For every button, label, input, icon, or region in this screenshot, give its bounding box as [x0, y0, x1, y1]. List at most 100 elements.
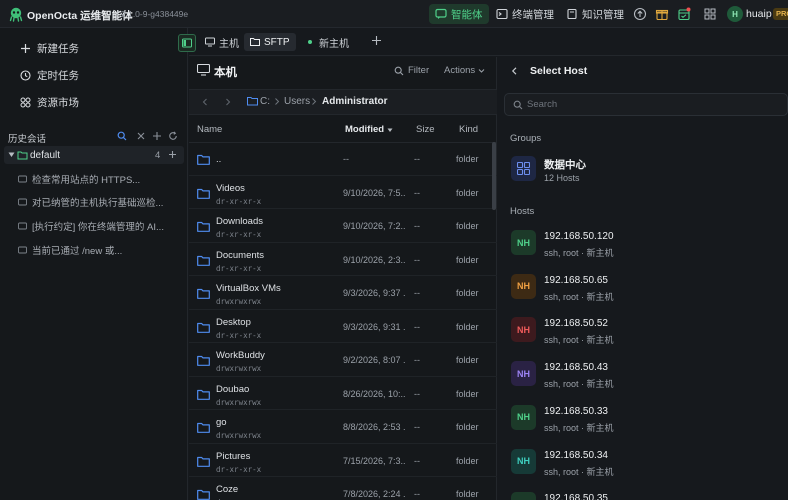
host-badge[interactable]: NH: [511, 448, 536, 474]
host-badge[interactable]: NH: [511, 317, 536, 343]
file-row[interactable]: go drwxrwxrwx 8/8/2026, 2:53 ... -- folder: [189, 410, 497, 444]
file-row[interactable]: VirtualBox VMs drwxrwxrwx 9/3/2026, 9:37 .…: [189, 276, 497, 310]
column-header-kind[interactable]: Kind: [459, 124, 478, 135]
file-permissions: drwxrwxrwx: [216, 364, 262, 373]
session-title: 检查常用站点的 HTTPS...: [32, 175, 141, 186]
host-ip[interactable]: 192.168.50.52: [544, 318, 608, 329]
file-name: Desktop: [216, 316, 251, 328]
session-title: 当前已通过 /new 或...: [32, 246, 123, 257]
file-size: --: [414, 388, 420, 399]
host-badge[interactable]: NH: [511, 492, 536, 500]
session-item[interactable]: 检查常用站点的 HTTPS...: [18, 172, 183, 186]
file-row[interactable]: Documents dr-xr-xr-x 9/10/2026, 2:3... -- fo…: [189, 243, 497, 276]
nav-terminal-button[interactable]: 终端管理: [490, 4, 560, 24]
add-tab-icon[interactable]: [371, 35, 382, 46]
upload-icon[interactable]: [633, 7, 647, 21]
new-task-button[interactable]: 新建任务: [20, 41, 79, 55]
scrollbar-thumb[interactable]: [492, 142, 496, 210]
back-icon[interactable]: [201, 98, 209, 106]
breadcrumb-users[interactable]: Users: [284, 96, 310, 107]
actions-dropdown[interactable]: Actions: [444, 65, 485, 76]
breadcrumb-current[interactable]: Administrator: [322, 96, 388, 107]
chat-icon: [435, 8, 447, 20]
search-icon[interactable]: [117, 131, 127, 141]
search-icon: [513, 100, 523, 110]
file-permissions: drwxrwxrwx: [216, 397, 262, 407]
host-group-card[interactable]: [511, 156, 536, 181]
user-avatar[interactable]: H: [727, 6, 743, 22]
file-row[interactable]: Pictures dr-xr-xr-x 7/15/2026, 7:3... -- fol…: [189, 444, 497, 477]
caret-down-icon[interactable]: [8, 151, 15, 158]
nav-knowledge-button[interactable]: 知识管理: [560, 4, 630, 24]
host-ip[interactable]: 192.168.50.34: [544, 450, 608, 461]
file-row[interactable]: Downloads dr-xr-xr-x 9/10/2026, 7:2... -- fo…: [189, 209, 497, 243]
gift-icon[interactable]: [655, 7, 669, 21]
host-ip[interactable]: 192.168.50.43: [544, 362, 608, 373]
column-header-size[interactable]: Size: [416, 124, 434, 135]
host-badge[interactable]: NH: [511, 404, 536, 430]
forward-icon[interactable]: [224, 98, 232, 106]
file-kind: folder: [456, 388, 479, 399]
collapse-icon[interactable]: [136, 131, 146, 141]
apps-grid-icon[interactable]: [703, 7, 717, 21]
host-badge[interactable]: NH: [511, 273, 536, 299]
host-ip[interactable]: 192.168.50.33: [544, 406, 608, 417]
session-group-count: 4: [155, 150, 161, 161]
tab-sftp[interactable]: SFTP: [244, 33, 296, 51]
group-add-icon[interactable]: [168, 150, 177, 159]
host-ip[interactable]: 192.168.50.120: [544, 231, 614, 242]
session-item[interactable]: [执行约定] 你在终端管理的 AI...: [18, 219, 183, 233]
calendar-notification-icon[interactable]: [677, 7, 691, 21]
file-row[interactable]: WorkBuddy drwxrwxrwx 9/2/2026, 8:07 ... -- f…: [189, 343, 497, 377]
actions-label: Actions: [444, 65, 476, 76]
file-kind: folder: [456, 187, 479, 198]
session-item[interactable]: 当前已通过 /new 或...: [18, 243, 183, 257]
file-modified: 8/8/2026, 2:53 ...: [343, 422, 405, 432]
file-row[interactable]: .. -- -- folder: [189, 142, 497, 176]
column-header-name[interactable]: Name: [197, 124, 222, 135]
file-size: --: [414, 455, 420, 466]
scheduled-task-button[interactable]: 定时任务: [20, 68, 79, 82]
resource-market-button[interactable]: 资源市场: [20, 95, 79, 109]
host-search-input[interactable]: [527, 95, 777, 114]
add-icon[interactable]: [152, 131, 162, 141]
back-arrow-icon[interactable]: [511, 67, 518, 75]
file-kind: folder: [456, 355, 479, 365]
message-icon: [18, 246, 27, 255]
host-meta: ssh, root · 新主机: [544, 466, 614, 477]
host-ip[interactable]: 192.168.50.35: [544, 493, 608, 500]
host-group-count: 12 Hosts: [544, 173, 580, 183]
file-row[interactable]: Doubao drwxrwxrwx 8/26/2026, 10:... -- folde…: [189, 377, 497, 410]
nav-agent-button[interactable]: 智能体: [429, 4, 489, 24]
file-row[interactable]: Cozedrwxrwxrwx7/8/2026, 2:24 ...--folder: [189, 477, 497, 500]
file-permissions: drwxrwxrwx: [216, 431, 262, 440]
host-group-name[interactable]: 数据中心: [544, 157, 586, 172]
file-size: --: [414, 355, 420, 365]
folder-icon: [197, 489, 210, 500]
tab-hosts[interactable]: 主机: [199, 33, 245, 51]
host-badge[interactable]: NH: [511, 361, 536, 387]
column-header-modified[interactable]: Modified: [345, 124, 393, 135]
tab-new-host[interactable]: 新主机: [299, 33, 355, 51]
file-kind: folder: [456, 254, 479, 265]
breadcrumb-drive[interactable]: C:: [260, 96, 270, 107]
refresh-icon[interactable]: [168, 131, 178, 141]
filter-button[interactable]: Filter: [394, 65, 429, 76]
host-pane-title: Select Host: [530, 65, 588, 77]
file-size: --: [414, 254, 420, 265]
session-item[interactable]: 对已纳管的主机执行基础巡检...: [18, 195, 183, 209]
groups-section-title: Groups: [510, 133, 542, 144]
user-name[interactable]: huaip: [746, 8, 772, 20]
tab-hosts-label: 主机: [219, 38, 239, 50]
file-modified: 7/15/2026, 7:3...: [343, 455, 405, 466]
host-ip[interactable]: 192.168.50.65: [544, 275, 608, 286]
file-size: --: [414, 288, 420, 298]
pro-badge: PRO: [773, 8, 788, 20]
sidebar-toggle-icon[interactable]: [178, 34, 196, 52]
file-size: --: [414, 154, 420, 164]
file-row[interactable]: Desktop dr-xr-xr-x 9/3/2026, 9:31 ... -- fol…: [189, 310, 497, 343]
tab-sftp-label: SFTP: [264, 36, 290, 48]
sort-desc-icon: [387, 127, 393, 133]
host-badge[interactable]: NH: [511, 230, 536, 255]
file-row[interactable]: Videos dr-xr-xr-x 9/10/2026, 7:5... -- folde…: [189, 176, 497, 209]
